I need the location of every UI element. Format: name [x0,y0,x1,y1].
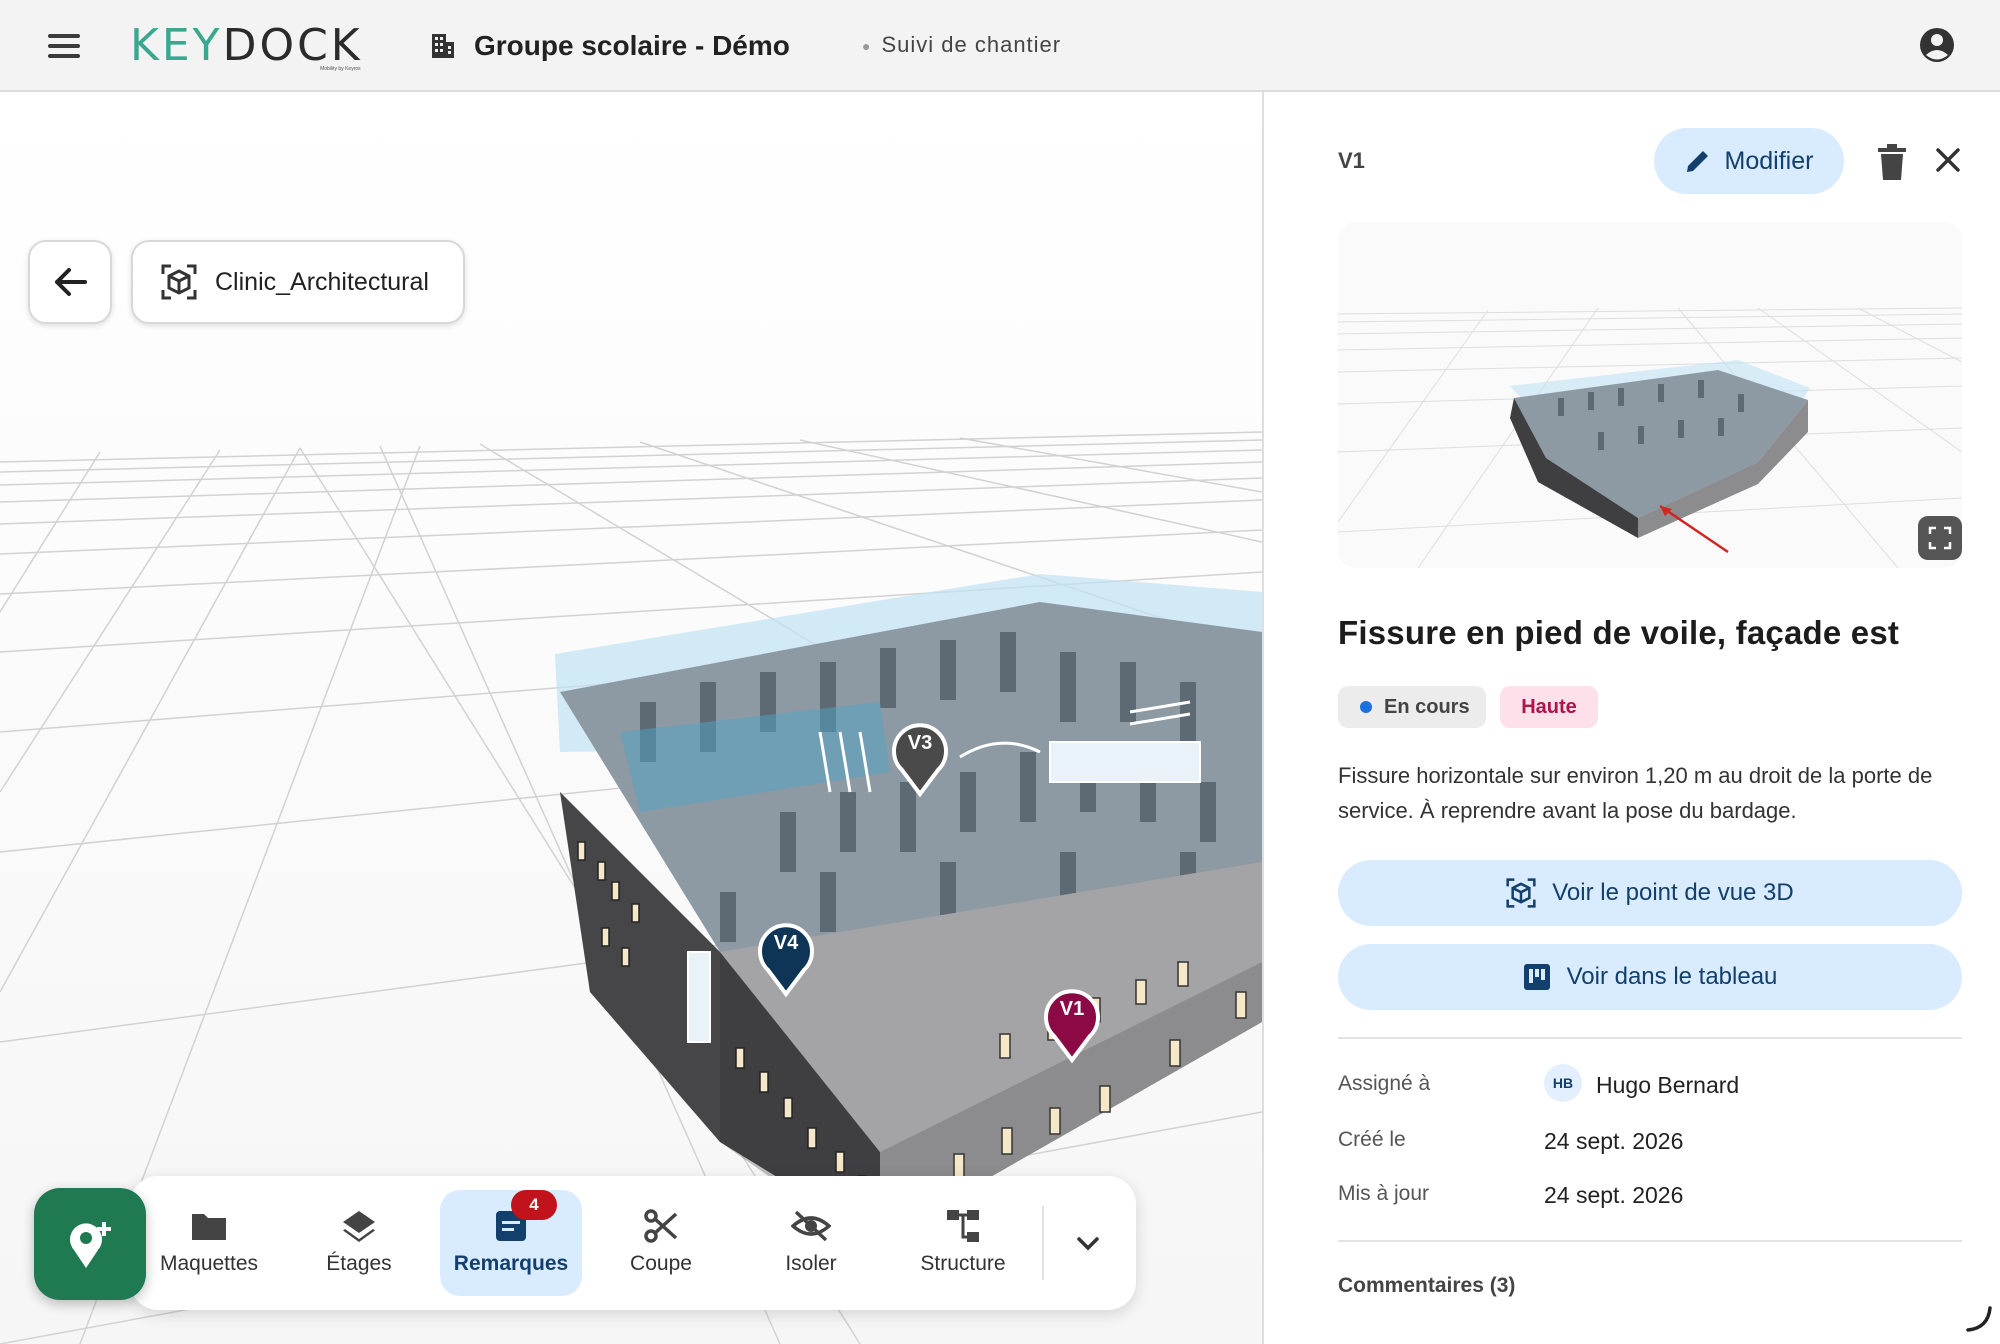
tool-label: Coupe [630,1252,692,1275]
view-3d-label: Voir le point de vue 3D [1552,879,1794,906]
assignee-name[interactable]: Hugo Bernard [1596,1072,1739,1099]
edit-label: Modifier [1724,146,1814,175]
tool-etages[interactable]: Étages [288,1190,430,1296]
section-divider [1338,1037,1962,1039]
map-pin-icon [1044,989,1100,1064]
updated-label: Mis à jour [1338,1182,1430,1205]
updated-date: 24 sept. 2026 [1544,1182,1684,1208]
top-app-bar: KEYDOCK Mobility by Keyros Groupe scolai… [0,0,2000,92]
pin-label: V4 [773,932,799,954]
add-location-icon [70,1222,111,1268]
comments-heading[interactable]: Commentaires (3) [1338,1274,1515,1298]
map-pin-icon [758,923,814,998]
scissors-icon [639,1204,683,1248]
map-pin-icon [892,723,948,798]
chevron-down-icon [1077,1237,1099,1251]
loading-spinner-icon [1966,1306,1992,1332]
tool-label: Remarques [453,1252,569,1275]
remark-pin-v4[interactable]: V4 [754,918,818,998]
tool-structure[interactable]: Structure [892,1190,1034,1296]
tool-label: Structure [920,1252,1006,1275]
3d-viewer[interactable]: Clinic_Architectural V3 V4 V1 [0,92,1262,1344]
back-button[interactable] [28,240,112,324]
tool-coupe[interactable]: Coupe [590,1190,732,1296]
add-remark-button[interactable] [34,1188,146,1300]
3d-view-icon [161,264,197,300]
logo-text: KEYDOCK [130,20,363,71]
remark-title: Fissure en pied de voile, façade est [1338,614,1900,651]
pin-label: V1 [1059,998,1085,1020]
fullscreen-icon [1928,526,1952,550]
page-subtitle: ● Suivi de chantier [862,32,1062,57]
folder-icon [187,1204,231,1248]
menu-icon[interactable] [44,28,84,64]
tool-label: Étages [326,1252,392,1275]
layers-icon [337,1204,381,1248]
edit-button[interactable]: Modifier [1654,128,1844,194]
tool-remarques[interactable]: 4 Remarques [440,1190,582,1296]
view-in-table-button[interactable]: Voir dans le tableau [1338,944,1962,1010]
fullscreen-button[interactable] [1918,516,1962,560]
project-selector[interactable]: Groupe scolaire - Démo [430,26,790,66]
building-icon [432,34,454,58]
pencil-icon [1686,151,1708,172]
3d-view-icon [1506,878,1536,908]
structure-icon [941,1204,985,1248]
tool-label: Maquettes [159,1252,259,1275]
remark-description: Fissure horizontale sur environ 1,20 m a… [1338,763,1933,823]
close-icon[interactable] [1930,142,1966,178]
assigned-label: Assigné à [1338,1072,1431,1095]
arrow-back-icon [55,268,87,296]
viewer-toolbar: Maquettes Étages 4 Remarques Coupe Isole… [130,1176,1136,1310]
remarks-count-badge: 4 [511,1190,557,1220]
viewpoint-image [1338,222,1962,568]
tool-isoler[interactable]: Isoler [740,1190,882,1296]
remark-pin-v3[interactable]: V3 [888,718,952,798]
model-name: Clinic_Architectural [215,267,429,296]
tool-label: Isoler [785,1252,837,1275]
account-circle-icon[interactable] [1918,26,1956,64]
subtitle-text: Suivi de chantier [881,32,1062,57]
remark-id: V1 [1338,148,1365,173]
tool-maquettes[interactable]: Maquettes [138,1190,280,1296]
remarks-icon: 4 [489,1190,557,1248]
avatar: HB [1544,1064,1582,1102]
view-3d-viewpoint-button[interactable]: Voir le point de vue 3D [1338,860,1962,926]
model-selector[interactable]: Clinic_Architectural [131,240,465,324]
logo-subtitle: Mobility by Keyros [320,66,361,72]
priority-badge: Haute [1500,686,1598,728]
remark-detail-panel: V1 Modifier Fissure en pied de voile, fa… [1262,92,2000,1344]
view-in-table-label: Voir dans le tableau [1566,963,1778,990]
status-text: En cours [1384,695,1470,718]
remark-pin-v1[interactable]: V1 [1040,984,1104,1064]
status-badge: En cours [1338,686,1486,728]
trash-icon[interactable] [1874,142,1910,182]
app-logo: KEYDOCK Mobility by Keyros [130,20,363,73]
created-date: 24 sept. 2026 [1544,1128,1684,1154]
kanban-icon [1523,964,1550,990]
section-divider [1338,1240,1962,1242]
viewpoint-thumbnail[interactable] [1338,222,1962,568]
pin-label: V3 [907,732,933,754]
status-dot [1360,701,1372,713]
toolbar-divider [1042,1206,1044,1280]
created-label: Créé le [1338,1128,1406,1151]
eye-off-icon [789,1204,833,1248]
toolbar-more-button[interactable] [1060,1216,1116,1272]
project-name: Groupe scolaire - Démo [474,30,790,61]
priority-text: Haute [1521,695,1577,718]
